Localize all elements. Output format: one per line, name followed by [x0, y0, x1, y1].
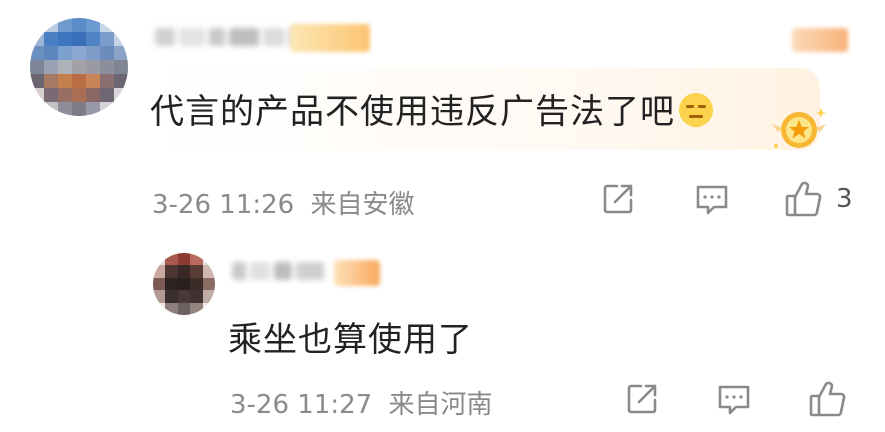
reply-timestamp: 3-26 11:27: [230, 390, 373, 420]
reply-comment-icon[interactable]: [716, 383, 752, 417]
reply-location: 来自河南: [388, 390, 493, 420]
reply-member-badge: [334, 260, 380, 286]
reply-like-button[interactable]: [808, 380, 848, 418]
comment-timestamp: 3-26 11:26: [152, 190, 295, 220]
comment-text: 代言的产品不使用违反广告法了吧: [150, 84, 713, 133]
comment-icon[interactable]: [694, 183, 730, 217]
like-button[interactable]: [784, 180, 824, 218]
reply-username-blurred[interactable]: [232, 262, 324, 280]
thinking-face-icon: [679, 93, 713, 127]
reply-avatar[interactable]: [153, 253, 215, 315]
crown-medal-icon: [768, 102, 830, 152]
reply-meta: 3-26 11:27 来自河南: [230, 384, 492, 421]
thumbs-up-icon: [785, 181, 822, 217]
reply-thumbs-up-icon: [809, 381, 846, 417]
like-count: 3: [836, 184, 853, 214]
comment-meta: 3-26 11:26 来自安徽: [152, 184, 414, 221]
comment-text-content: 代言的产品不使用违反广告法了吧: [150, 92, 675, 132]
avatar[interactable]: [30, 18, 128, 116]
member-badge: [290, 24, 370, 52]
reply-share-icon[interactable]: [625, 382, 659, 416]
reply-text: 乘坐也算使用了: [228, 320, 473, 360]
comment-location: 来自安徽: [310, 190, 415, 220]
top-fan-badge: [792, 28, 848, 52]
share-icon[interactable]: [601, 182, 635, 216]
